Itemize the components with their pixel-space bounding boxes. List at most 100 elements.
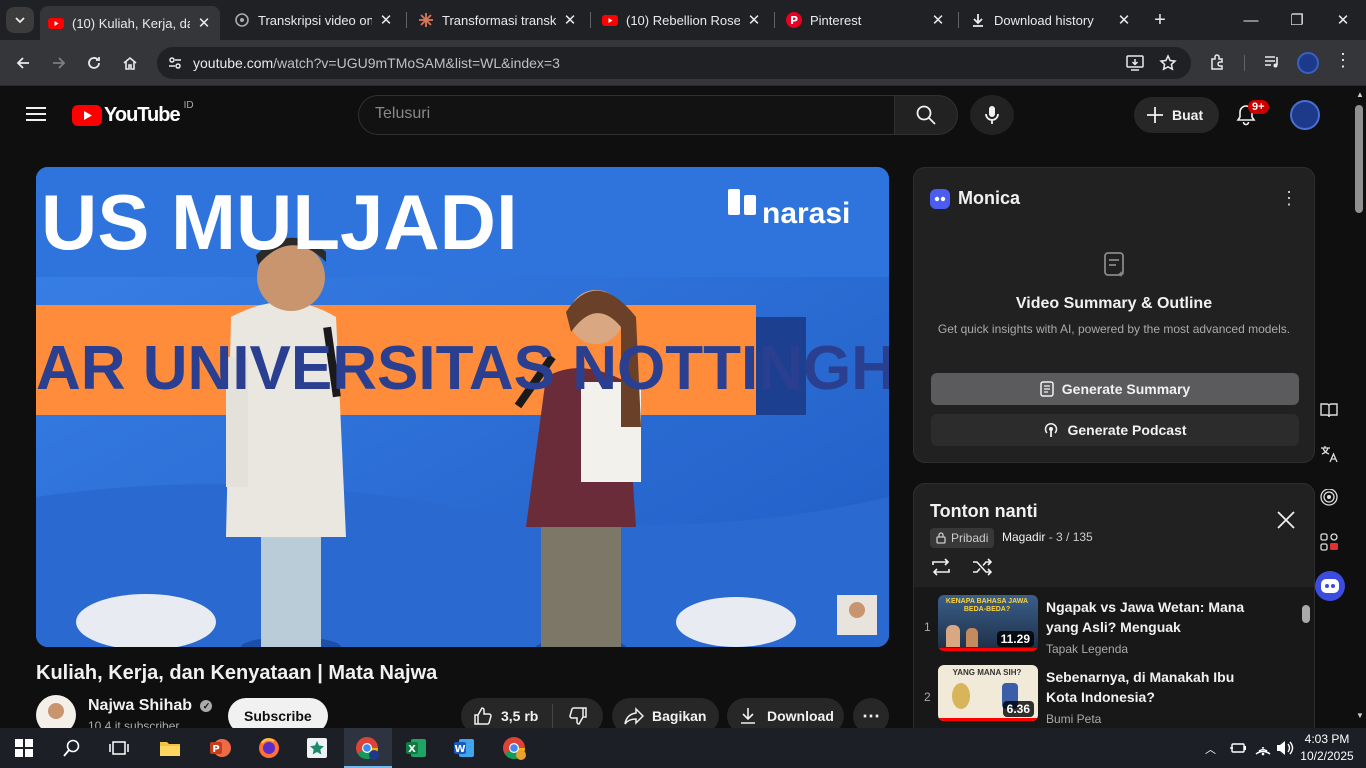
item-title[interactable]: Sebenarnya, di Manakah Ibu Kota Indonesi… [1046,667,1246,707]
restore-button[interactable]: ❐ [1274,0,1320,40]
monica-menu-icon[interactable]: ⋮ [1280,188,1298,209]
search-button[interactable] [894,95,958,135]
microphone-icon [985,106,999,124]
playlist-owner[interactable]: Magadir [1002,530,1045,544]
browser-menu-icon[interactable]: ⋮ [1334,50,1352,71]
thumbnail-emblem [952,683,970,709]
forward-button[interactable] [44,48,74,78]
notifications-button[interactable]: 9+ [1236,100,1269,128]
youtube-logo[interactable]: YouTube ID [72,100,194,127]
playlist-item[interactable]: 2 YANG MANA SIH? 6.36 Sebenarnya, di Man… [914,665,1314,732]
tab-divider [590,12,591,28]
page-scrollbar[interactable]: ▲ ▼ [1352,87,1366,728]
close-tab-icon[interactable]: ✕ [746,11,762,29]
video-player[interactable]: US MULJADI AR UNIVERSITAS NOTTINGHAM nar… [36,167,889,647]
reader-mode-button[interactable] [1315,396,1343,424]
minimize-button[interactable]: — [1228,0,1274,40]
new-tab-button[interactable]: + [1140,0,1180,40]
volume-icon[interactable] [1276,740,1294,756]
reload-button[interactable] [79,48,109,78]
generate-summary-button[interactable]: Generate Summary [931,373,1299,405]
tab-search-button[interactable] [6,7,34,33]
close-tab-icon[interactable]: ✕ [378,11,394,29]
bookmark-star-icon[interactable] [1159,54,1177,72]
loop-button[interactable] [930,557,952,582]
arrow-left-icon [16,57,29,69]
tray-overflow-icon[interactable]: ︿ [1205,741,1216,757]
browser-toolbar: youtube.com/watch?v=UGU9mTMoSAM&list=WL&… [0,40,1366,86]
tab-transformasi[interactable]: Transformasi transkrip ✕ [410,6,586,34]
firefox-button[interactable] [255,734,283,762]
scroll-down-arrow[interactable]: ▼ [1356,711,1364,720]
generate-podcast-button[interactable]: Generate Podcast [931,414,1299,446]
star-app-button[interactable] [303,734,331,762]
tab-transkripsi[interactable]: Transkripsi video onli ✕ [226,6,402,34]
scroll-thumb[interactable] [1355,105,1363,213]
close-window-button[interactable]: ✕ [1320,0,1366,40]
toolbar-divider [1244,55,1245,71]
tab-rebellion-rose[interactable]: (10) Rebellion Rose - ✕ [594,6,770,34]
file-explorer-button[interactable] [156,734,184,762]
site-settings-icon[interactable] [167,55,183,71]
item-thumbnail[interactable]: YANG MANA SIH? 6.36 [938,665,1038,721]
tab-download-history[interactable]: Download history ✕ [962,6,1140,34]
close-tab-icon[interactable]: ✕ [196,14,212,32]
item-duration: 11.29 [996,631,1034,647]
close-playlist-button[interactable] [1276,510,1296,535]
podcast-side-button[interactable] [1315,484,1343,512]
monica-toggle-button[interactable] [1315,571,1345,601]
wifi-icon[interactable] [1254,740,1272,756]
hamburger-menu-icon[interactable] [26,106,46,122]
battery-icon[interactable] [1229,741,1247,755]
powerpoint-button[interactable]: P [206,734,234,762]
tab-youtube-video[interactable]: (10) Kuliah, Kerja, dan ✕ [40,6,220,40]
close-tab-icon[interactable]: ✕ [930,11,946,29]
task-view-button[interactable] [105,734,133,762]
playlist-title[interactable]: Tonton nanti [930,501,1038,522]
generate-podcast-label: Generate Podcast [1067,422,1187,438]
install-app-icon[interactable] [1126,55,1144,71]
playlist-scrollbar[interactable] [1302,605,1310,623]
download-label: Download [767,708,834,724]
monica-logo-icon [930,188,950,209]
document-sparkle-icon [1104,252,1124,277]
overlay-top-text: US MULJADI [41,178,518,266]
extensions-icon[interactable] [1209,53,1227,71]
back-button[interactable] [8,48,38,78]
channel-name[interactable]: Najwa Shihab ✓ [88,697,213,715]
like-button[interactable]: 3,5 rb [461,704,553,728]
profile-avatar[interactable] [1297,52,1319,74]
home-button[interactable] [115,48,145,78]
dislike-button[interactable] [553,706,603,726]
search-input[interactable] [375,105,875,123]
clock-time: 4:03 PM [1304,732,1350,746]
excel-icon: X [406,739,426,757]
scroll-up-arrow[interactable]: ▲ [1356,90,1364,99]
translate-button[interactable] [1315,440,1343,468]
excel-button[interactable]: X [402,734,430,762]
item-thumbnail[interactable]: KENAPA BAHASA JAWA BEDA-BEDA? 11.29 [938,595,1038,651]
folder-icon [160,742,180,756]
shuffle-button[interactable] [971,557,993,582]
chrome-profile-button[interactable] [500,734,528,762]
tab-title: Pinterest [810,12,862,28]
tab-pinterest[interactable]: P Pinterest ✕ [778,6,954,34]
voice-search-button[interactable] [970,95,1014,135]
taskbar-search-button[interactable] [58,734,86,762]
address-bar[interactable]: youtube.com/watch?v=UGU9mTMoSAM&list=WL&… [157,47,1191,79]
apps-side-button[interactable] [1315,528,1343,556]
url-text[interactable]: youtube.com/watch?v=UGU9mTMoSAM&list=WL&… [193,55,560,71]
media-control-icon[interactable] [1263,54,1281,70]
chrome-active-button[interactable] [344,728,392,768]
account-avatar[interactable] [1290,100,1320,130]
search-box[interactable] [358,95,895,135]
close-tab-icon[interactable]: ✕ [1116,11,1132,29]
playlist-item[interactable]: 1 KENAPA BAHASA JAWA BEDA-BEDA? 11.29 Ng… [914,595,1314,665]
overlay-brand: narasi [762,197,850,230]
word-button[interactable]: W [450,734,478,762]
clock[interactable]: 4:03 PM 10/2/2025 [1296,731,1358,765]
start-button[interactable] [10,734,38,762]
item-title[interactable]: Ngapak vs Jawa Wetan: Mana yang Asli? Me… [1046,597,1246,637]
close-tab-icon[interactable]: ✕ [562,11,578,29]
create-button[interactable]: Buat [1134,97,1219,133]
